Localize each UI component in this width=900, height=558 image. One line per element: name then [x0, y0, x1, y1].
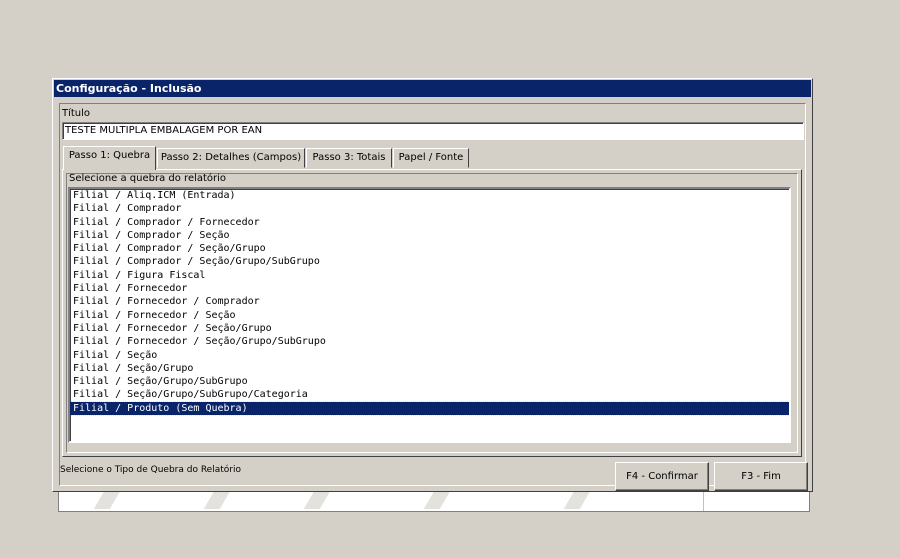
quebra-list-item[interactable]: Filial / Fornecedor / Comprador: [70, 295, 789, 308]
quebra-list-item[interactable]: Filial / Produto (Sem Quebra): [70, 400, 789, 417]
quebra-list-item[interactable]: Filial / Figura Fiscal: [70, 269, 789, 282]
tab-passo-2-detalhes[interactable]: Passo 2: Detalhes (Campos): [157, 148, 305, 168]
dialog-titlebar[interactable]: Configuração - Inclusão: [54, 80, 811, 97]
quebra-list-item[interactable]: Filial / Fornecedor: [70, 282, 789, 295]
tab-passo-3-totais[interactable]: Passo 3: Totais: [306, 148, 392, 168]
tab-papel-fonte[interactable]: Papel / Fonte: [393, 148, 469, 168]
titulo-input[interactable]: TESTE MULTIPLA EMBALAGEM POR EAN: [62, 122, 804, 140]
configuracao-dialog: Configuração - Inclusão Título TESTE MUL…: [52, 78, 813, 492]
quebra-list-item[interactable]: Filial / Fornecedor / Seção/Grupo/SubGru…: [70, 335, 789, 348]
quebra-group-label: Selecione a quebra do relatório: [69, 173, 227, 184]
quebra-list-item[interactable]: Filial / Comprador / Seção/Grupo/SubGrup…: [70, 255, 789, 268]
quebra-list-item[interactable]: Filial / Seção/Grupo/SubGrupo: [70, 375, 789, 388]
quebra-list-item[interactable]: Filial / Fornecedor / Seção: [70, 309, 789, 322]
tab-passo-1-quebra[interactable]: Passo 1: Quebra: [63, 146, 156, 170]
confirm-button[interactable]: F4 - Confirmar: [615, 462, 709, 491]
quebra-list-item[interactable]: Filial / Comprador / Fornecedor: [70, 216, 789, 229]
quebra-list-item[interactable]: Filial / Aliq.ICM (Entrada): [70, 189, 789, 202]
status-text: Selecione o Tipo de Quebra do Relatório: [60, 465, 241, 475]
background-stripe: [93, 491, 121, 509]
quebra-list-item[interactable]: Filial / Seção/Grupo: [70, 362, 789, 375]
background-stripe: [203, 491, 231, 509]
quebra-list-item[interactable]: Filial / Comprador / Seção/Grupo: [70, 242, 789, 255]
quebra-listbox[interactable]: Filial / Aliq.ICM (Entrada) Filial / Comp…: [68, 187, 791, 443]
titulo-label: Título: [62, 108, 91, 119]
background-stripe: [423, 491, 451, 509]
quebra-list-item[interactable]: Filial / Comprador: [70, 202, 789, 215]
tab-panel-quebra: Selecione a quebra do relatório Filial /…: [62, 169, 802, 457]
background-stripe: [303, 491, 331, 509]
quebra-list-item[interactable]: Filial / Comprador / Seção: [70, 229, 789, 242]
quebra-list-item[interactable]: Filial / Fornecedor / Seção/Grupo: [70, 322, 789, 335]
exit-button[interactable]: F3 - Fim: [714, 462, 808, 491]
background-stripe: [563, 491, 591, 509]
quebra-list-item[interactable]: Filial / Seção/Grupo/SubGrupo/Categoria: [70, 388, 789, 401]
quebra-list-item[interactable]: Filial / Seção: [70, 349, 789, 362]
